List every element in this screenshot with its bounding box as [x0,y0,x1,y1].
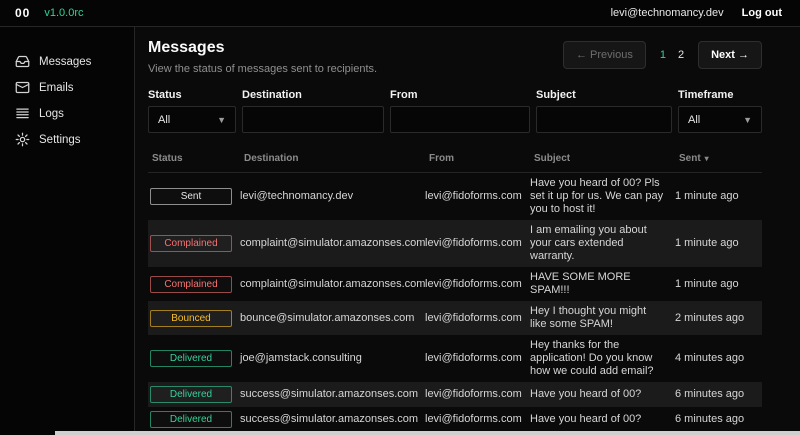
status-select-value: All [158,114,170,126]
sidebar-item-label: Messages [39,56,91,68]
sidebar-item-logs[interactable]: Logs [15,105,134,122]
logout-link[interactable]: Log out [742,7,782,19]
subject-cell: Have you heard of 00? [530,413,675,426]
from-cell: levi@fidoforms.com [425,388,530,401]
sidebar-item-label: Emails [39,82,74,94]
destination-cell: joe@jamstack.consulting [240,352,425,365]
status-badge: Bounced [150,310,232,327]
logs-icon [15,106,30,121]
destination-filter-label: Destination [242,89,384,101]
sent-cell: 6 minutes ago [675,388,762,401]
sent-cell: 4 minutes ago [675,352,762,365]
destination-cell: complaint@simulator.amazonses.com [240,237,425,250]
previous-button[interactable]: ← Previous [563,41,646,69]
from-cell: levi@fidoforms.com [425,190,530,203]
subject-input[interactable] [536,106,672,133]
column-header-destination[interactable]: Destination [244,153,429,164]
table-row[interactable]: Complained complaint@simulator.amazonses… [148,220,762,267]
column-header-sent[interactable]: Sent ▾ [679,153,766,164]
status-badge: Delivered [150,350,232,367]
envelope-icon [15,80,30,95]
user-email: levi@technomancy.dev [611,7,724,19]
table-row[interactable]: Sent levi@technomancy.dev levi@fidoforms… [148,173,762,220]
sent-cell: 1 minute ago [675,237,762,250]
destination-cell: levi@technomancy.dev [240,190,425,203]
sidebar-item-messages[interactable]: Messages [15,53,134,70]
from-cell: levi@fidoforms.com [425,352,530,365]
subject-cell: HAVE SOME MORE SPAM!!! [530,271,675,297]
sent-cell: 1 minute ago [675,190,762,203]
subject-cell: Hey I thought you might like some SPAM! [530,305,675,331]
version-badge: v1.0.0rc [44,7,83,19]
destination-cell: success@simulator.amazonses.com [240,413,425,426]
pagination: ← Previous 1 2 Next → [563,41,762,69]
status-badge: Delivered [150,411,232,428]
timeframe-select-value: All [688,114,700,126]
page-number-1[interactable]: 1 [660,49,666,61]
filters-bar: Status All ▼ Destination From Subject [148,89,762,133]
destination-cell: bounce@simulator.amazonses.com [240,312,425,325]
from-cell: levi@fidoforms.com [425,413,530,426]
destination-input[interactable] [242,106,384,133]
status-badge: Complained [150,276,232,293]
status-select[interactable]: All ▼ [148,106,236,133]
column-header-status[interactable]: Status [152,153,244,164]
sidebar: Messages Emails Logs Settings [0,27,135,435]
table-row[interactable]: Delivered joe@jamstack.consulting levi@f… [148,335,762,382]
page-title: Messages [148,39,377,57]
subject-filter-label: Subject [536,89,672,101]
timeframe-filter-label: Timeframe [678,89,762,101]
destination-cell: success@simulator.amazonses.com [240,388,425,401]
sidebar-item-label: Settings [39,134,81,146]
next-button[interactable]: Next → [698,41,762,69]
gear-icon [15,132,30,147]
column-header-from[interactable]: From [429,153,534,164]
page-number-2[interactable]: 2 [678,49,684,61]
inbox-icon [15,54,30,69]
from-cell: levi@fidoforms.com [425,312,530,325]
page-subtitle: View the status of messages sent to reci… [148,63,377,75]
column-header-subject[interactable]: Subject [534,153,679,164]
sent-cell: 1 minute ago [675,278,762,291]
subject-cell: Hey thanks for the application! Do you k… [530,339,675,378]
messages-table-body: Sent levi@technomancy.dev levi@fidoforms… [148,173,762,435]
table-row[interactable]: Complained complaint@simulator.amazonses… [148,267,762,301]
chevron-down-icon: ▼ [217,115,226,125]
sent-cell: 6 minutes ago [675,413,762,426]
from-input[interactable] [390,106,530,133]
sort-descending-icon: ▾ [705,154,709,163]
status-badge: Complained [150,235,232,252]
sidebar-item-label: Logs [39,108,64,120]
from-cell: levi@fidoforms.com [425,278,530,291]
sidebar-item-settings[interactable]: Settings [15,131,134,148]
table-row[interactable]: Delivered success@simulator.amazonses.co… [148,382,762,407]
bottom-edge-strip [55,431,800,435]
messages-table: Status Destination From Subject Sent ▾ S… [148,149,762,435]
subject-cell: Have you heard of 00? [530,388,675,401]
destination-cell: complaint@simulator.amazonses.com [240,278,425,291]
status-badge: Sent [150,188,232,205]
table-row[interactable]: Bounced bounce@simulator.amazonses.com l… [148,301,762,335]
status-badge: Delivered [150,386,232,403]
chevron-down-icon: ▼ [743,115,752,125]
table-header: Status Destination From Subject Sent ▾ [148,149,762,173]
from-cell: levi@fidoforms.com [425,237,530,250]
app-window: 00 v1.0.0rc levi@technomancy.dev Log out… [0,0,800,435]
status-filter-label: Status [148,89,236,101]
subject-cell: Have you heard of 00? Pls set it up for … [530,177,675,216]
sidebar-item-emails[interactable]: Emails [15,79,134,96]
table-row[interactable]: Delivered success@simulator.amazonses.co… [148,407,762,432]
app-logo: 00 [15,6,30,20]
main-content: Messages View the status of messages sen… [135,27,800,435]
sent-cell: 2 minutes ago [675,312,762,325]
topbar: 00 v1.0.0rc levi@technomancy.dev Log out [0,0,800,27]
from-filter-label: From [390,89,530,101]
subject-cell: I am emailing you about your cars extend… [530,224,675,263]
column-header-sent-label: Sent [679,153,701,164]
timeframe-select[interactable]: All ▼ [678,106,762,133]
